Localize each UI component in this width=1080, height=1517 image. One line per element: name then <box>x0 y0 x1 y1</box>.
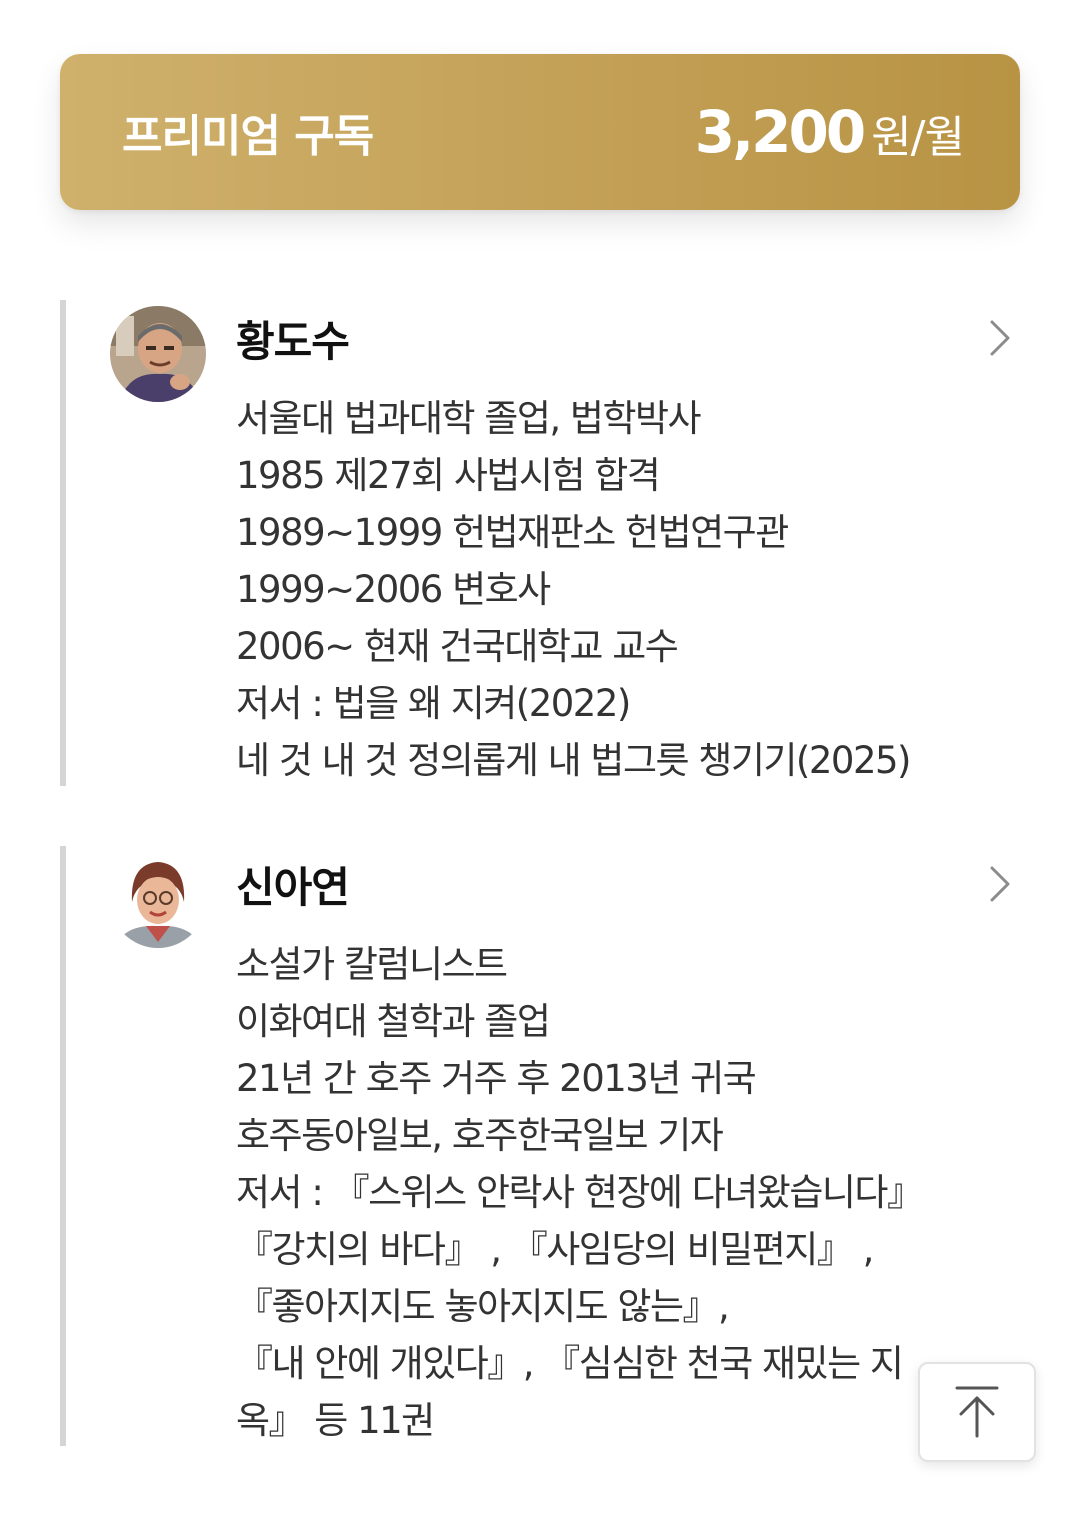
author-name: 황도수 <box>236 317 350 366</box>
bio-line: 21년 간 호주 거주 후 2013년 귀국 <box>236 1057 757 1100</box>
bio-line: 서울대 법과대학 졸업, 법학박사 <box>236 397 702 440</box>
bio-line: 1989~1999 헌법재판소 헌법연구관 <box>236 511 789 554</box>
bio-line: 저서 : 법을 왜 지켜(2022) <box>236 682 631 725</box>
chevron-right-icon[interactable] <box>982 318 1018 358</box>
bio-line: 2006~ 현재 건국대학교 교수 <box>236 625 679 668</box>
bio-line: 옥』 등 11권 <box>236 1399 435 1442</box>
bio-line: 『좋아지지도 놓아지지도 않는』, <box>236 1285 730 1328</box>
bio-line: 『내 안에 개있다』, 『심심한 천국 재밌는 지 <box>236 1342 904 1385</box>
bio-line: 『강치의 바다』 , 『사임당의 비밀편지』 , <box>236 1228 874 1271</box>
author-bio: 서울대 법과대학 졸업, 법학박사 1985 제27회 사법시험 합격 1989… <box>236 390 1026 789</box>
bio-line: 네 것 내 것 정의롭게 내 법그릇 챙기기(2025) <box>236 739 911 782</box>
subscription-price: 3,200 원/월 <box>694 98 965 166</box>
bio-line: 1999~2006 변호사 <box>236 568 551 611</box>
chevron-right-icon[interactable] <box>982 864 1018 904</box>
bio-line: 이화여대 철학과 졸업 <box>236 1000 551 1043</box>
bio-line: 1985 제27회 사법시험 합격 <box>236 454 661 497</box>
scroll-to-top-button[interactable] <box>918 1362 1036 1462</box>
bio-line: 소설가 칼럼니스트 <box>236 943 508 986</box>
subscription-title: 프리미엄 구독 <box>122 111 374 162</box>
bio-line: 호주동아일보, 호주한국일보 기자 <box>236 1114 724 1157</box>
author-card-hwang[interactable]: 황도수 서울대 법과대학 졸업, 법학박사 1985 제27회 사법시험 합격 … <box>60 300 1020 786</box>
author-name: 신아연 <box>236 863 350 912</box>
premium-subscription-banner[interactable]: 프리미엄 구독 3,200 원/월 <box>60 54 1020 210</box>
arrow-up-icon <box>955 1386 999 1438</box>
author-photo-icon <box>110 852 206 948</box>
author-card-shin[interactable]: 신아연 소설가 칼럼니스트 이화여대 철학과 졸업 21년 간 호주 거주 후 … <box>60 846 1020 1446</box>
author-bio: 소설가 칼럼니스트 이화여대 철학과 졸업 21년 간 호주 거주 후 2013… <box>236 936 1026 1449</box>
author-photo-icon <box>110 306 206 402</box>
price-unit: 원/월 <box>871 112 965 163</box>
price-amount: 3,200 <box>694 98 866 166</box>
bio-line: 저서 : 『스위스 안락사 현장에 다녀왔습니다』 <box>236 1171 924 1214</box>
